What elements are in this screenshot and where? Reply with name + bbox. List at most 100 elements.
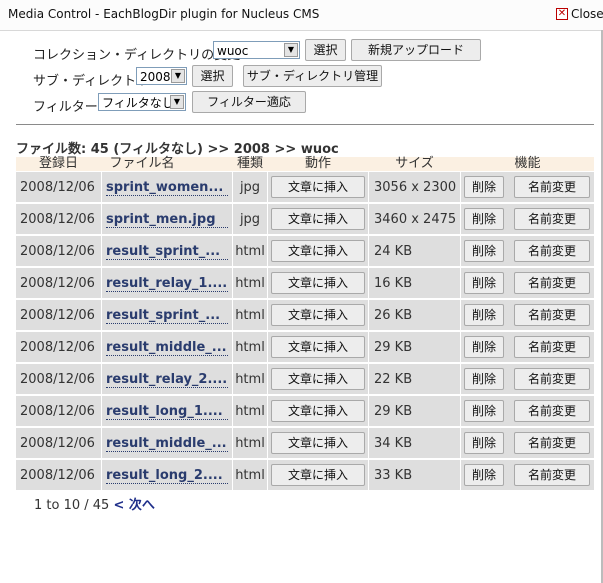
size-text: 33 KB — [374, 468, 413, 483]
delete-button[interactable]: 削除 — [464, 368, 504, 390]
rename-button[interactable]: 名前変更 — [514, 176, 590, 198]
size-text: 16 KB — [374, 276, 413, 291]
insert-button[interactable]: 文章に挿入 — [271, 400, 365, 422]
rename-button[interactable]: 名前変更 — [514, 240, 590, 262]
size-cell: 33 KB — [369, 460, 460, 490]
insert-button[interactable]: 文章に挿入 — [271, 176, 365, 198]
new-upload-button[interactable]: 新規アップロード — [351, 39, 481, 61]
rename-button[interactable]: 名前変更 — [514, 368, 590, 390]
header-action: 動作 — [304, 156, 331, 171]
type-cell: html — [233, 268, 267, 298]
close-icon[interactable]: ✕ — [556, 8, 568, 20]
filename-cell: result_relay_1.... — [102, 268, 232, 298]
insert-button[interactable]: 文章に挿入 — [271, 208, 365, 230]
filename-cell: result_relay_2.... — [102, 364, 232, 394]
date-text: 2008/12/06 — [20, 276, 95, 291]
insert-button[interactable]: 文章に挿入 — [271, 368, 365, 390]
filename-link[interactable]: result_sprint_... — [106, 308, 228, 324]
type-cell: html — [233, 396, 267, 426]
filename-link[interactable]: result_middle_... — [106, 340, 228, 356]
close-button[interactable]: Close — [571, 7, 603, 21]
delete-button[interactable]: 削除 — [464, 432, 504, 454]
rename-button[interactable]: 名前変更 — [514, 272, 590, 294]
table-row: 2008/12/06 result_long_2.... html 文章に挿入 33 K… — [16, 460, 594, 491]
insert-button[interactable]: 文章に挿入 — [271, 272, 365, 294]
filename-link[interactable]: result_long_2.... — [106, 468, 228, 484]
type-cell: html — [233, 300, 267, 330]
date-text: 2008/12/06 — [20, 340, 95, 355]
window-titlebar: Media Control - EachBlogDir plugin for N… — [0, 0, 603, 31]
size-cell: 26 KB — [369, 300, 460, 330]
date-cell: 2008/12/06 — [16, 268, 101, 298]
delete-button[interactable]: 削除 — [464, 304, 504, 326]
delete-button[interactable]: 削除 — [464, 400, 504, 422]
date-cell: 2008/12/06 — [16, 460, 101, 490]
type-text: html — [235, 276, 265, 291]
filename-link[interactable]: result_middle_... — [106, 436, 228, 452]
delete-button[interactable]: 削除 — [464, 208, 504, 230]
subdir-select-button[interactable]: 選択 — [192, 65, 233, 87]
rename-button[interactable]: 名前変更 — [514, 208, 590, 230]
header-functions: 機能 — [514, 156, 541, 171]
date-cell: 2008/12/06 — [16, 332, 101, 362]
insert-button[interactable]: 文章に挿入 — [271, 336, 365, 358]
rename-button[interactable]: 名前変更 — [514, 464, 590, 486]
filter-apply-button[interactable]: フィルター適応 — [192, 91, 306, 113]
functions-cell: 削除 名前変更 — [461, 332, 594, 362]
action-cell: 文章に挿入 — [268, 236, 368, 266]
functions-cell: 削除 名前変更 — [461, 396, 594, 426]
filename-link[interactable]: result_relay_1.... — [106, 276, 228, 292]
date-text: 2008/12/06 — [20, 308, 95, 323]
insert-button[interactable]: 文章に挿入 — [271, 432, 365, 454]
type-cell: html — [233, 332, 267, 362]
size-text: 3460 x 2475 — [374, 212, 457, 227]
filename-link[interactable]: result_long_1.... — [106, 404, 228, 420]
rename-button[interactable]: 名前変更 — [514, 432, 590, 454]
filename-cell: result_long_1.... — [102, 396, 232, 426]
filter-select[interactable]: フィルタなし ▼ — [98, 93, 186, 111]
delete-button[interactable]: 削除 — [464, 272, 504, 294]
table-row: 2008/12/06 result_long_1.... html 文章に挿入 29 K… — [16, 396, 594, 427]
delete-button[interactable]: 削除 — [464, 240, 504, 262]
type-text: html — [235, 244, 265, 259]
date-cell: 2008/12/06 — [16, 428, 101, 458]
next-page-link[interactable]: < 次へ — [113, 498, 154, 513]
insert-button[interactable]: 文章に挿入 — [271, 240, 365, 262]
date-text: 2008/12/06 — [20, 436, 95, 451]
size-cell: 34 KB — [369, 428, 460, 458]
action-cell: 文章に挿入 — [268, 396, 368, 426]
date-text: 2008/12/06 — [20, 180, 95, 195]
subdir-select[interactable]: 2008 ▼ — [136, 67, 187, 85]
insert-button[interactable]: 文章に挿入 — [271, 304, 365, 326]
header-date: 登録日 — [38, 156, 78, 171]
delete-button[interactable]: 削除 — [464, 464, 504, 486]
size-text: 22 KB — [374, 372, 413, 387]
type-cell: jpg — [233, 204, 267, 234]
date-text: 2008/12/06 — [20, 212, 95, 227]
filename-cell: result_long_2.... — [102, 460, 232, 490]
rename-button[interactable]: 名前変更 — [514, 400, 590, 422]
rename-button[interactable]: 名前変更 — [514, 336, 590, 358]
delete-button[interactable]: 削除 — [464, 336, 504, 358]
file-summary: ファイル数: 45 (フィルタなし) >> 2008 >> wuoc — [16, 142, 339, 157]
subdir-select-value: 2008 — [140, 70, 171, 84]
filename-cell: result_middle_... — [102, 428, 232, 458]
filename-link[interactable]: sprint_men.jpg — [106, 212, 228, 228]
subdir-manage-button[interactable]: サブ・ディレクトリ管理 — [243, 65, 382, 87]
table-row: 2008/12/06 result_middle_... html 文章に挿入 29 K… — [16, 332, 594, 363]
filename-link[interactable]: result_relay_2.... — [106, 372, 228, 388]
filename-link[interactable]: result_sprint_... — [106, 244, 228, 260]
collection-select[interactable]: wuoc ▼ — [213, 41, 300, 59]
size-cell: 3056 x 2300 — [369, 172, 460, 202]
filename-cell: result_sprint_... — [102, 300, 232, 330]
functions-cell: 削除 名前変更 — [461, 300, 594, 330]
size-text: 26 KB — [374, 308, 413, 323]
filename-cell: sprint_men.jpg — [102, 204, 232, 234]
filename-link[interactable]: sprint_women... — [106, 180, 228, 196]
rename-button[interactable]: 名前変更 — [514, 304, 590, 326]
insert-button[interactable]: 文章に挿入 — [271, 464, 365, 486]
collection-select-button[interactable]: 選択 — [305, 39, 346, 61]
functions-cell: 削除 名前変更 — [461, 268, 594, 298]
window-title: Media Control - EachBlogDir plugin for N… — [8, 7, 320, 21]
delete-button[interactable]: 削除 — [464, 176, 504, 198]
